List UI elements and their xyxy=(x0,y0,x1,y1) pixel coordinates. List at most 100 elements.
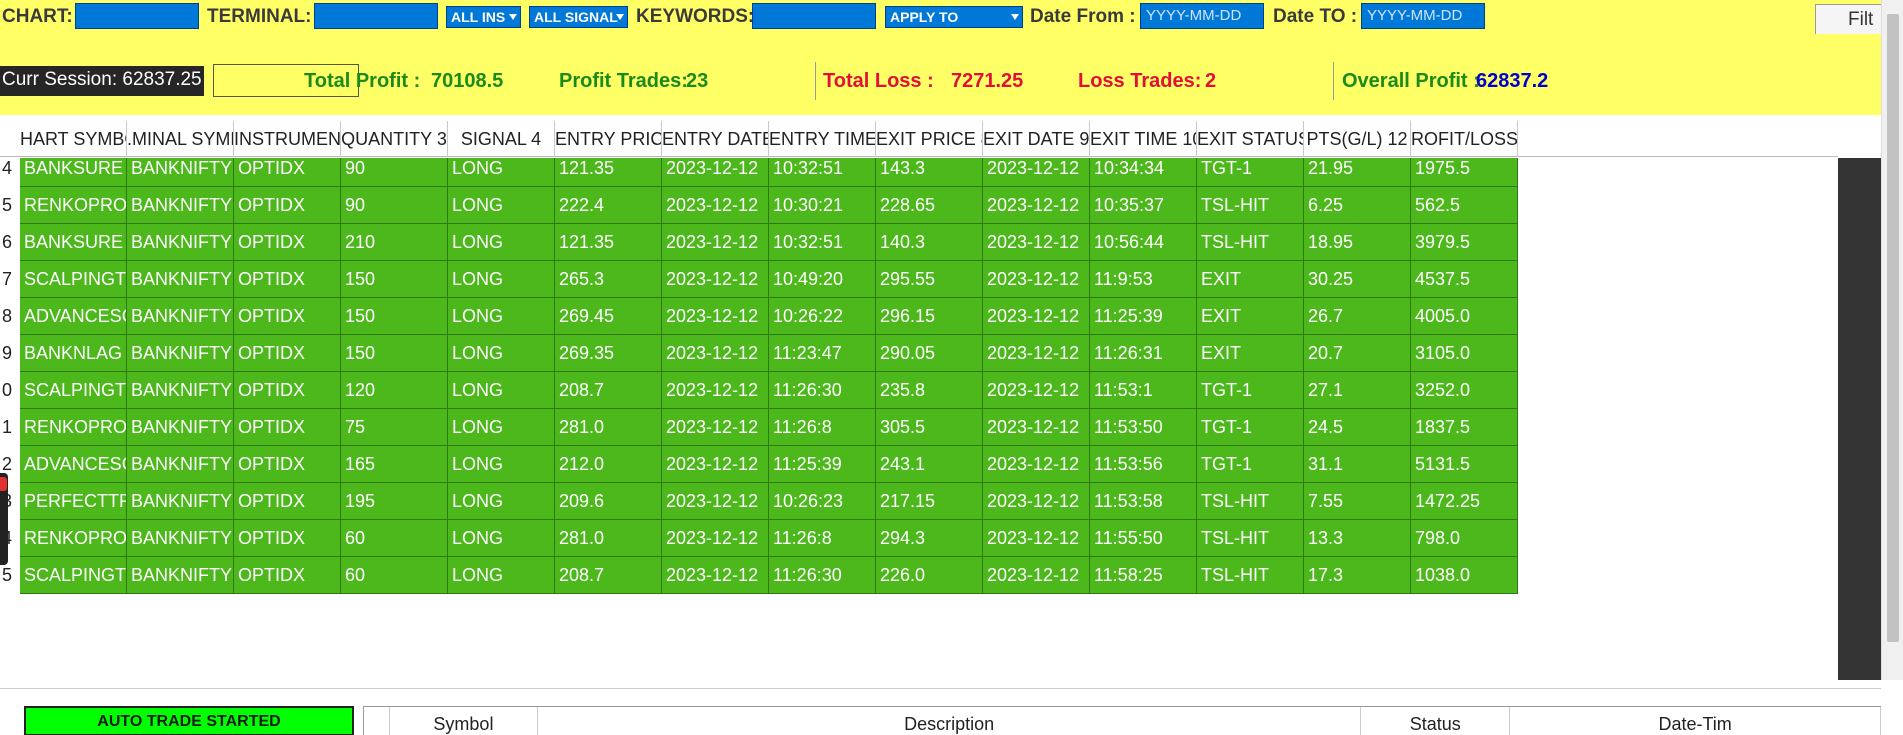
log-column-header[interactable]: Status xyxy=(1361,707,1511,735)
table-cell: 2023-12-12 xyxy=(662,261,769,298)
column-header[interactable]: INSTRUMENT 2 xyxy=(234,121,341,157)
chevron-down-icon xyxy=(1011,14,1019,20)
row-number: 8 xyxy=(0,298,20,335)
column-header[interactable]: PTS(G/L) 12 xyxy=(1304,121,1411,157)
table-row[interactable]: 5RENKOPROFITBANKNIFTY1...OPTIDX90LONG222… xyxy=(0,187,1838,224)
date-to-input[interactable]: YYYY-MM-DD xyxy=(1361,3,1485,29)
table-cell: 11:26:30 xyxy=(769,557,876,594)
table-cell: BANKNIFTY1... xyxy=(127,446,234,483)
table-row[interactable]: 2ADVANCESC...BANKNIFTY1...OPTIDX165LONG2… xyxy=(0,446,1838,483)
table-cell: 11:26:8 xyxy=(769,409,876,446)
log-column-header[interactable]: Date-Tim xyxy=(1510,707,1881,735)
apply-to-select[interactable]: APPLY TO xyxy=(885,6,1023,28)
instrument-select[interactable]: ALL INS xyxy=(446,6,521,28)
scrollbar-thumb[interactable] xyxy=(1887,14,1899,642)
table-row[interactable]: 5SCALPINGTR...BANKNIFTY1...OPTIDX60LONG2… xyxy=(0,557,1838,594)
table-cell: 121.35 xyxy=(555,158,662,187)
table-header: HART SYMBOL.MINAL SYMBCINSTRUMENT 2QUANT… xyxy=(0,121,1838,157)
table-row[interactable]: 4RENKOPROFITBANKNIFTY1...OPTIDX60LONG281… xyxy=(0,520,1838,557)
table-cell: 2023-12-12 xyxy=(983,335,1090,372)
date-from-input[interactable]: YYYY-MM-DD xyxy=(1140,3,1264,29)
table-cell: 1975.5 xyxy=(1411,158,1518,187)
table-cell: BANKNIFTY1... xyxy=(127,372,234,409)
auto-trade-button[interactable]: AUTO TRADE STARTED xyxy=(24,706,354,735)
trades-table: HART SYMBOL.MINAL SYMBCINSTRUMENT 2QUANT… xyxy=(0,118,1881,680)
table-cell: 2023-12-12 xyxy=(983,224,1090,261)
column-header[interactable]: ROFIT/LOSS 13 xyxy=(1411,121,1518,157)
table-cell: 217.15 xyxy=(876,483,983,520)
table-cell: 2023-12-12 xyxy=(983,557,1090,594)
total-profit-value: 70108.5 xyxy=(431,70,504,92)
table-cell: 90 xyxy=(341,187,448,224)
column-header[interactable]: HART SYMBOL xyxy=(20,121,127,157)
vertical-scrollbar[interactable] xyxy=(1881,0,1903,680)
signal-select[interactable]: ALL SIGNAL xyxy=(529,6,628,28)
table-cell: 212.0 xyxy=(555,446,662,483)
column-header[interactable]: EXIT STATUS 11 xyxy=(1197,121,1304,157)
table-row[interactable]: 7SCALPINGTR...BANKNIFTY1...OPTIDX150LONG… xyxy=(0,261,1838,298)
table-cell: BANKNIFTY1... xyxy=(127,335,234,372)
table-row[interactable]: 1RENKOPROFITBANKNIFTY1...OPTIDX75LONG281… xyxy=(0,409,1838,446)
table-cell: 20.7 xyxy=(1304,335,1411,372)
log-column-header[interactable] xyxy=(364,707,390,735)
table-cell: TGT-1 xyxy=(1197,409,1304,446)
table-cell: ADVANCESC... xyxy=(20,446,127,483)
column-header[interactable]: ENTRY DATE 6 xyxy=(662,121,769,157)
table-cell: OPTIDX xyxy=(234,298,341,335)
table-cell: BANKNIFTY1... xyxy=(127,298,234,335)
table-cell: 2023-12-12 xyxy=(983,158,1090,187)
table-row[interactable]: 8ADVANCESC...BANKNIFTY1...OPTIDX150LONG2… xyxy=(0,298,1838,335)
column-header[interactable]: ENTRY PRICE 5 xyxy=(555,121,662,157)
filter-button[interactable]: Filt xyxy=(1815,4,1881,34)
table-cell: 281.0 xyxy=(555,409,662,446)
table-cell: 235.8 xyxy=(876,372,983,409)
column-header[interactable]: SIGNAL 4 xyxy=(448,121,555,157)
table-cell: 2023-12-12 xyxy=(983,372,1090,409)
table-cell: BANKNIFTY1... xyxy=(127,187,234,224)
table-cell: OPTIDX xyxy=(234,409,341,446)
bottom-panel: AUTO TRADE STARTED Symbol Description Stat… xyxy=(0,688,1881,735)
table-cell: TSL-HIT xyxy=(1197,187,1304,224)
column-header[interactable]: .MINAL SYMBC xyxy=(127,121,234,157)
table-cell: 1837.5 xyxy=(1411,409,1518,446)
table-cell: 2023-12-12 xyxy=(662,446,769,483)
row-number: 6 xyxy=(0,224,20,261)
table-cell: 11:26:8 xyxy=(769,520,876,557)
keywords-input[interactable] xyxy=(752,3,876,29)
terminal-input[interactable] xyxy=(314,3,438,29)
column-header[interactable]: EXIT PRICE 8 xyxy=(876,121,983,157)
table-cell: 60 xyxy=(341,520,448,557)
row-number: 5 xyxy=(0,187,20,224)
table-row[interactable]: 3PERFECTTRE...BANKNIFTY1...OPTIDX195LONG… xyxy=(0,483,1838,520)
table-cell: 195 xyxy=(341,483,448,520)
table-cell: 4005.0 xyxy=(1411,298,1518,335)
table-cell: LONG xyxy=(448,446,555,483)
table-cell: 10:56:44 xyxy=(1090,224,1197,261)
table-row[interactable]: 4BANKSUREBANKNIFTY1...OPTIDX90LONG121.35… xyxy=(0,158,1838,187)
column-header[interactable]: EXIT DATE 9 xyxy=(983,121,1090,157)
column-header[interactable]: EXIT TIME 10 xyxy=(1090,121,1197,157)
divider xyxy=(1333,62,1334,100)
table-cell: 2023-12-12 xyxy=(662,483,769,520)
column-header[interactable]: ENTRY TIME 7 xyxy=(769,121,876,157)
side-collapse-tab[interactable] xyxy=(0,473,8,565)
table-cell: SCALPINGTR... xyxy=(20,372,127,409)
table-cell: 10:30:21 xyxy=(769,187,876,224)
log-column-header[interactable]: Symbol xyxy=(390,707,538,735)
table-cell: LONG xyxy=(448,158,555,187)
table-cell: 226.0 xyxy=(876,557,983,594)
table-row[interactable]: 6BANKSUREBANKNIFTY1...OPTIDX210LONG121.3… xyxy=(0,224,1838,261)
table-row[interactable]: 0SCALPINGTR...BANKNIFTY1...OPTIDX120LONG… xyxy=(0,372,1838,409)
table-cell: 11:9:53 xyxy=(1090,261,1197,298)
table-cell: 60 xyxy=(341,557,448,594)
log-column-header[interactable]: Description xyxy=(538,707,1362,735)
table-cell: 269.35 xyxy=(555,335,662,372)
table-row[interactable]: 9BANKNLAGBANKNIFTY1...OPTIDX150LONG269.3… xyxy=(0,335,1838,372)
table-cell: SCALPINGTR... xyxy=(20,557,127,594)
table-cell: 269.45 xyxy=(555,298,662,335)
table-cell: 2023-12-12 xyxy=(662,557,769,594)
table-cell: 10:34:34 xyxy=(1090,158,1197,187)
table-cell: LONG xyxy=(448,298,555,335)
chart-input[interactable] xyxy=(75,3,199,29)
column-header[interactable]: QUANTITY 3 xyxy=(341,121,448,157)
